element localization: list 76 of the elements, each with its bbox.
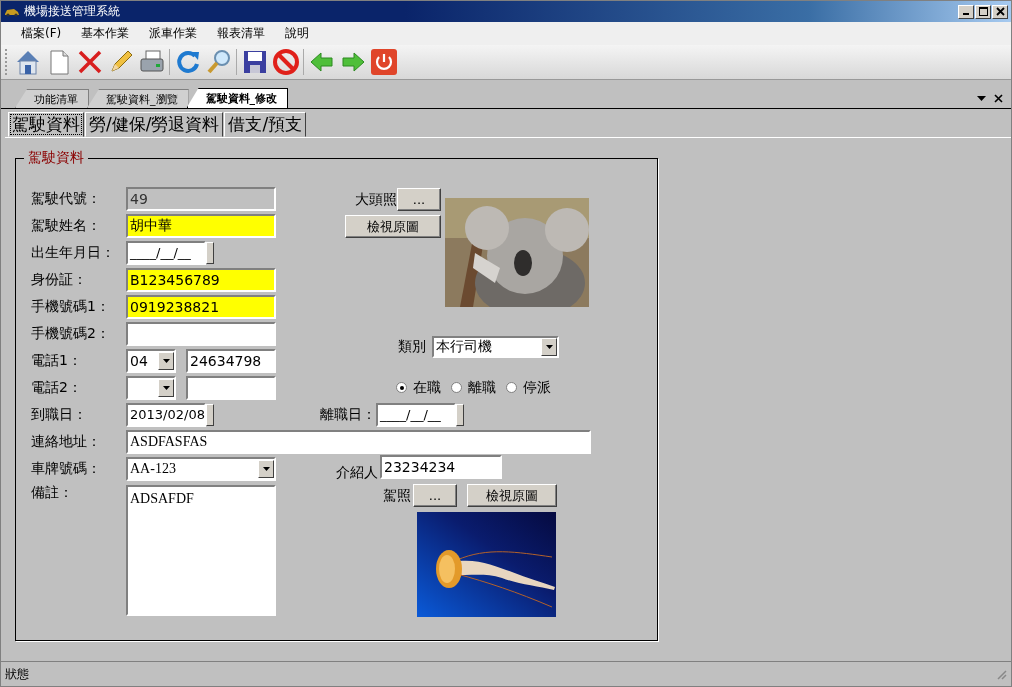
caret-icon	[262, 466, 270, 471]
text-field[interactable]: 胡中華	[126, 213, 276, 238]
field-label: 到職日：	[31, 404, 88, 424]
resize-grip-icon[interactable]	[995, 668, 1007, 680]
menu-item[interactable]: 派車作業	[139, 25, 208, 42]
stop-icon[interactable]	[270, 46, 301, 78]
menu-item[interactable]: 報表清單	[207, 25, 276, 42]
spin-button[interactable]	[206, 241, 214, 264]
field-label: 出生年月日：	[31, 242, 116, 262]
field-label: 連絡地址：	[31, 431, 102, 451]
close-icon[interactable]	[994, 94, 1003, 103]
maximize-icon	[978, 7, 988, 16]
menu-item[interactable]: 基本作業	[71, 25, 140, 42]
spin-button[interactable]	[456, 403, 464, 426]
date-field[interactable]: ____/__/__	[126, 240, 206, 265]
view-original-button[interactable]: 檢視原圖	[345, 215, 441, 238]
field-label: 電話1：	[31, 350, 83, 370]
close-icon	[995, 7, 1005, 16]
text-field[interactable]	[126, 321, 276, 346]
radio-circle[interactable]	[506, 382, 517, 393]
minimize-button[interactable]	[958, 4, 974, 19]
referrer-field[interactable]: 23234234	[380, 455, 502, 479]
tab[interactable]: 勞/健保/勞退資料	[85, 112, 224, 137]
menu-item[interactable]: 說明	[275, 25, 320, 42]
radio-circle[interactable]	[451, 382, 462, 393]
remark-textarea[interactable]: ADSAFDF	[126, 485, 276, 616]
radio-option[interactable]: 在職	[396, 378, 441, 397]
category-dropdown[interactable]: 本行司機	[432, 336, 559, 358]
phone-field[interactable]: 24634798	[186, 348, 276, 373]
area-code-dropdown[interactable]	[126, 375, 176, 400]
photo-label: 大頭照	[355, 190, 397, 209]
document-tab[interactable]: 功能清單	[15, 89, 89, 108]
caret-icon	[162, 358, 170, 363]
status-text: 狀態	[5, 665, 29, 683]
caret-icon	[162, 385, 170, 390]
address-field[interactable]: ASDFASFAS	[126, 429, 591, 454]
field-label: 駕駛代號：	[31, 188, 102, 208]
phone-field[interactable]	[186, 375, 276, 400]
power-icon[interactable]	[368, 46, 399, 78]
browse-button[interactable]: ...	[397, 188, 441, 211]
referrer-label: 介紹人	[336, 464, 378, 482]
menu-item[interactable]: 檔案(F)	[11, 25, 72, 42]
close-button[interactable]	[992, 4, 1008, 19]
field-label: 駕駛姓名：	[31, 215, 102, 235]
date-field[interactable]: 2013/02/08	[126, 402, 206, 427]
radio-option[interactable]: 停派	[506, 378, 551, 397]
field-label: 備註：	[31, 483, 74, 502]
window-title: 機場接送管理系統	[24, 3, 120, 20]
text-field[interactable]: 0919238821	[126, 294, 276, 319]
tab[interactable]: 借支/預支	[224, 112, 307, 137]
browse-button[interactable]: ...	[413, 484, 457, 507]
text-field[interactable]: B123456789	[126, 267, 276, 292]
document-tab[interactable]: 駕駛資料_瀏覽	[87, 89, 189, 108]
text-field[interactable]: 49	[126, 186, 276, 211]
plate-dropdown[interactable]: AA-123	[126, 456, 276, 481]
field-label: 身份証：	[31, 269, 88, 289]
license-label: 駕照	[383, 486, 411, 505]
view-original-button[interactable]: 檢視原圖	[467, 484, 557, 507]
car-icon	[4, 6, 20, 17]
area-code-dropdown[interactable]: 04	[126, 348, 176, 373]
category-label: 類別	[398, 338, 426, 356]
tab[interactable]: 駕駛資料	[8, 112, 84, 137]
document-tab[interactable]: 駕駛資料_修改	[186, 88, 288, 108]
field-label: 電話2：	[31, 377, 83, 397]
caret-icon	[545, 345, 553, 349]
dropdown-icon[interactable]	[977, 95, 986, 102]
field-label: 手機號碼2：	[31, 323, 111, 343]
group-title: 駕駛資料	[24, 149, 88, 167]
field-label: 手機號碼1：	[31, 296, 111, 316]
spin-button[interactable]	[206, 403, 214, 426]
field-label: 車牌號碼：	[31, 458, 102, 478]
radio-option[interactable]: 離職	[451, 378, 496, 397]
maximize-button[interactable]	[975, 4, 991, 19]
radio-circle[interactable]	[396, 382, 407, 393]
date-field[interactable]: ____/__/__	[376, 402, 456, 427]
leave-date-label: 離職日：	[320, 405, 376, 424]
